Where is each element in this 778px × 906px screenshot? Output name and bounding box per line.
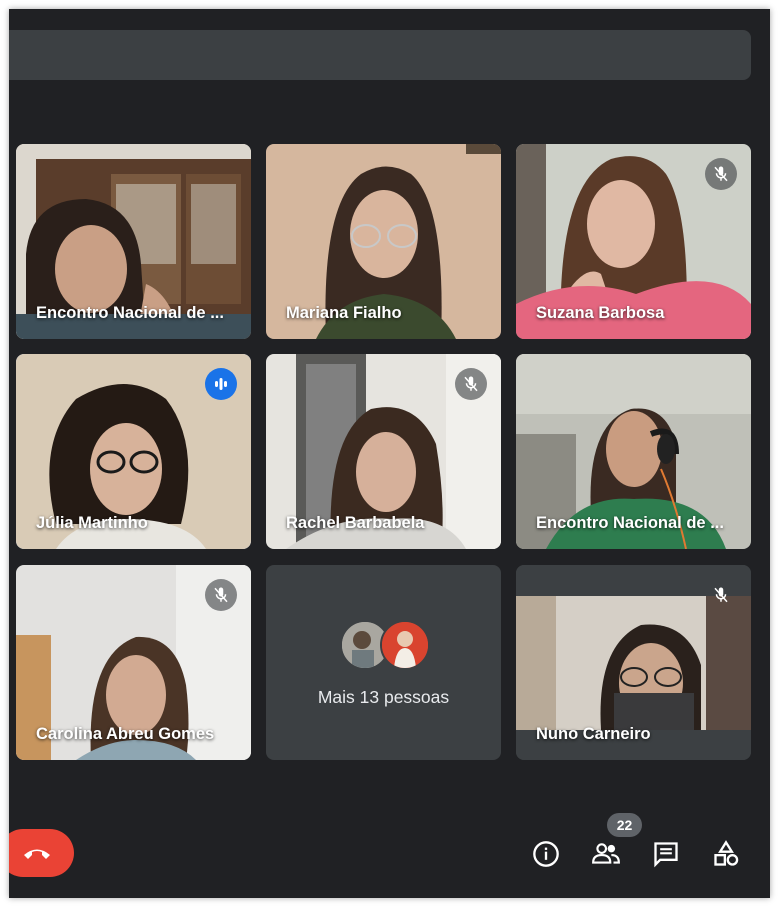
participant-name: Encontro Nacional de ... (536, 514, 724, 532)
participant-tile[interactable]: Encontro Nacional de ... (16, 144, 251, 339)
participant-name: Mariana Fialho (286, 304, 402, 322)
participant-tile[interactable]: Nuno Carneiro (516, 565, 751, 760)
chat-button[interactable] (649, 837, 683, 871)
participant-tile[interactable]: Mariana Fialho (266, 144, 501, 339)
phone-hangup-icon (23, 849, 50, 859)
end-call-button[interactable] (9, 829, 74, 877)
mic-off-icon (705, 579, 737, 611)
mic-off-icon (205, 579, 237, 611)
people-icon (592, 843, 620, 864)
chat-icon (654, 842, 678, 868)
shapes-icon (714, 840, 739, 866)
mic-off-icon (705, 158, 737, 190)
more-people-tile[interactable]: Mais 13 pessoas (266, 565, 501, 760)
participant-tile[interactable]: Rachel Barbabela (266, 354, 501, 549)
participant-name: Rachel Barbabela (286, 514, 425, 532)
activities-button[interactable] (709, 837, 743, 871)
participant-name: Carolina Abreu Gomes (36, 725, 215, 743)
participant-tile[interactable]: Júlia Martinho (16, 354, 251, 549)
mic-off-icon (455, 368, 487, 400)
participant-name: Encontro Nacional de ... (36, 304, 224, 322)
meeting-window: Encontro Nacional de ... Mariana Fialho … (9, 9, 770, 898)
more-people-label: Mais 13 pessoas (317, 687, 450, 707)
participant-name: Suzana Barbosa (536, 304, 665, 322)
participant-name: Nuno Carneiro (536, 725, 651, 743)
participant-tile[interactable]: Carolina Abreu Gomes (16, 565, 251, 760)
speaking-icon (205, 368, 237, 400)
participant-name: Júlia Martinho (36, 514, 148, 532)
top-bar (9, 30, 751, 80)
more-people-avatars (340, 620, 432, 670)
participant-tile[interactable]: Suzana Barbosa (516, 144, 751, 339)
info-icon (533, 841, 559, 867)
people-count-badge: 22 (607, 813, 642, 837)
meeting-info-button[interactable] (529, 837, 563, 871)
participant-tile[interactable]: Encontro Nacional de ... (516, 354, 751, 549)
avatar (380, 620, 430, 670)
people-button[interactable] (589, 837, 623, 871)
